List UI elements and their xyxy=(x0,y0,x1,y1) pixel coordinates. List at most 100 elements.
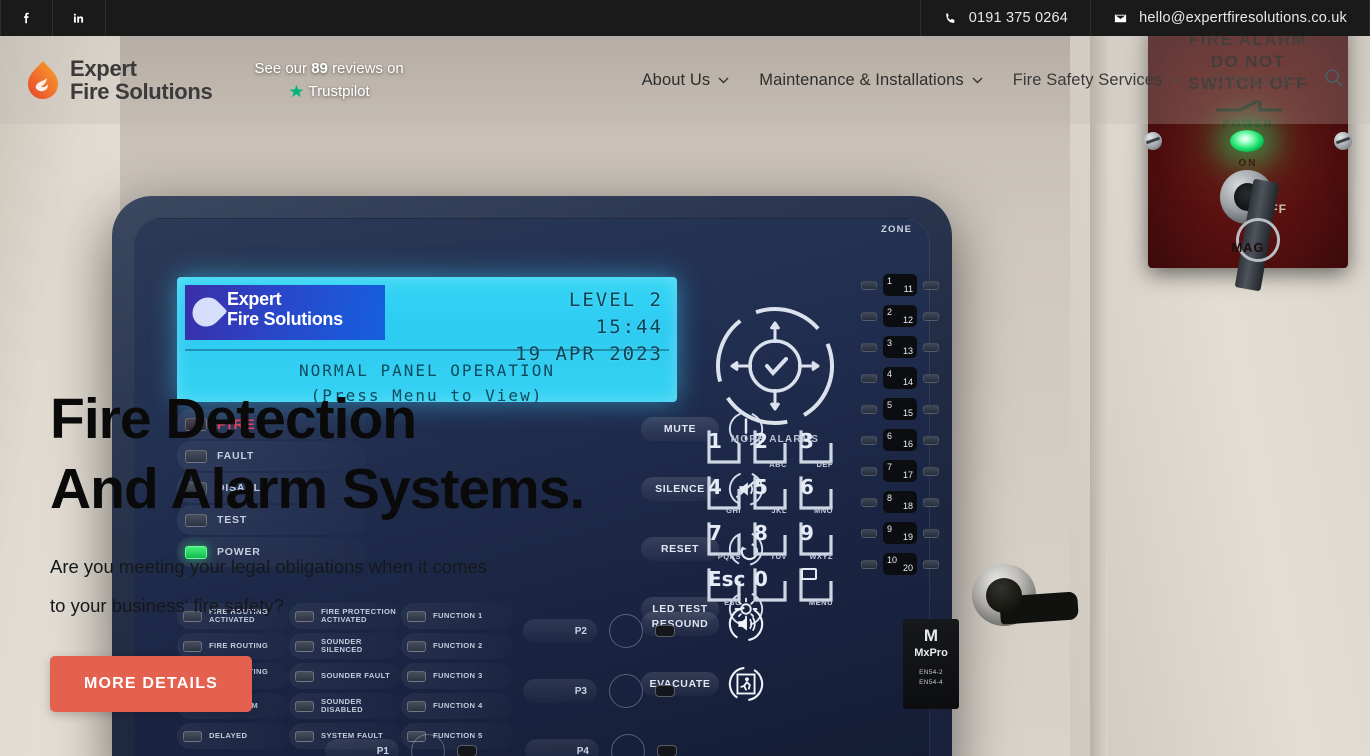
nav-item-maintenance-installations[interactable]: Maintenance & Installations xyxy=(759,71,983,90)
email-link[interactable]: hello@expertfiresolutions.co.uk xyxy=(1090,0,1370,36)
zone-led-left xyxy=(861,466,877,476)
zone-number-b: 18 xyxy=(902,501,913,511)
linkedin-icon[interactable] xyxy=(53,0,106,36)
zone-led-right xyxy=(923,466,939,476)
facebook-icon[interactable] xyxy=(0,0,53,36)
zone-row-4: 4 14 xyxy=(861,367,939,389)
trustpilot-line-1: See our 89 reviews on xyxy=(254,57,403,80)
prog-button-p1[interactable]: P1 xyxy=(325,739,399,756)
keypad-key-6[interactable]: 6 MNO xyxy=(797,475,835,517)
key-number: 0 xyxy=(754,567,768,591)
main-navigation: About Us Maintenance & Installations Fir… xyxy=(642,68,1370,93)
zone-led-right xyxy=(923,280,939,290)
email-address: hello@expertfiresolutions.co.uk xyxy=(1139,10,1347,26)
menu-book-icon xyxy=(801,568,817,580)
site-logo[interactable]: Expert Fire Solutions xyxy=(26,55,213,104)
keypad-key-3[interactable]: 3 DEF xyxy=(797,429,835,471)
logo-line-1: Expert xyxy=(70,55,137,81)
trustpilot-widget[interactable]: See our 89 reviews on Trustpilot xyxy=(254,57,403,104)
key-sublabel: MNO xyxy=(814,506,833,515)
site-header: Expert Fire Solutions See our 89 reviews… xyxy=(0,36,1370,124)
heading-line-2: And Alarm Systems. xyxy=(50,456,585,521)
key-sublabel: DEF xyxy=(816,460,833,469)
key-number: 9 xyxy=(800,521,814,545)
zone-number-a: 6 xyxy=(887,431,893,441)
zone-led-right xyxy=(923,497,939,507)
key-sublabel: JKL xyxy=(771,506,787,515)
nav-item-contact-us[interactable]: Contact Us xyxy=(1211,71,1294,90)
zone-led-right xyxy=(923,311,939,321)
isolator-power-led xyxy=(1230,130,1264,152)
zone-number-a: 7 xyxy=(887,462,893,472)
lcd-status-block: LEVEL 2 15:44 19 APR 2023 xyxy=(515,287,663,368)
prog-dial-p4[interactable] xyxy=(611,734,645,756)
prog-led-p1 xyxy=(457,745,477,756)
keypad-key-2[interactable]: 2 ABC xyxy=(751,429,789,471)
phone-icon xyxy=(945,12,955,23)
zone-led-right xyxy=(923,404,939,414)
isolator-screw-left xyxy=(1144,132,1162,150)
keypad-key-8[interactable]: 8 TUV xyxy=(751,521,789,563)
zone-number-b: 13 xyxy=(902,346,913,356)
zone-row-8: 8 18 xyxy=(861,491,939,513)
zone-led-left xyxy=(861,528,877,538)
zone-number-a: 10 xyxy=(887,555,898,565)
chevron-down-icon xyxy=(1170,77,1181,83)
zone-led-right xyxy=(923,342,939,352)
zone-number-a: 3 xyxy=(887,338,893,348)
chevron-down-icon xyxy=(718,77,729,83)
zone-led-right xyxy=(923,435,939,445)
keypad-key-9[interactable]: 9 WXYZ xyxy=(797,521,835,563)
zone-number-b: 14 xyxy=(902,377,913,387)
more-details-button[interactable]: MORE DETAILS xyxy=(50,655,252,712)
nav-item-about-us[interactable]: About Us xyxy=(642,71,730,90)
trustpilot-brand: Trustpilot xyxy=(308,83,370,100)
sub-line-2: to your business' fire safety? xyxy=(50,594,284,616)
zone-led-left xyxy=(861,404,877,414)
zone-led-right xyxy=(923,373,939,383)
nav-label: Contact Us xyxy=(1211,70,1294,89)
zone-row-2: 2 12 xyxy=(861,305,939,327)
trustpilot-suffix: reviews on xyxy=(332,59,404,77)
zone-number-a: 2 xyxy=(887,307,893,317)
zone-led-left xyxy=(861,435,877,445)
zone-number-block: 10 20 xyxy=(883,553,917,575)
trustpilot-prefix: See our xyxy=(254,59,308,77)
lcd-level: LEVEL 2 xyxy=(568,289,663,311)
zone-led-left xyxy=(861,559,877,569)
prog-dial-p1[interactable] xyxy=(411,734,445,756)
indicator-label: DELAYED xyxy=(209,730,248,740)
cert-line-1: EN54-2 xyxy=(919,669,943,676)
zone-number-block: 1 11 xyxy=(883,274,917,296)
heading-line-1: Fire Detection xyxy=(50,387,417,451)
isolator-brand: MAG xyxy=(1231,240,1265,255)
lcd-time: 15:44 xyxy=(595,315,663,338)
zone-led-right xyxy=(923,559,939,569)
logo-line-2: Fire Solutions xyxy=(70,79,213,104)
zone-row-5: 5 15 xyxy=(861,398,939,420)
lcd-divider xyxy=(185,349,669,351)
chevron-down-icon xyxy=(972,77,983,83)
prog-button-p4[interactable]: P4 xyxy=(525,739,599,756)
sub-line-1: Are you meeting your legal obligations w… xyxy=(50,556,488,578)
cert-line-2: EN54-4 xyxy=(919,678,943,686)
phone-link[interactable]: 0191 375 0264 xyxy=(919,0,1090,36)
key-number: 5 xyxy=(754,475,768,499)
zone-row-1: 1 11 xyxy=(861,274,939,296)
prog-row: P1 P4 xyxy=(325,721,845,756)
nav-item-fire-safety-services[interactable]: Fire Safety Services xyxy=(1013,71,1182,90)
zone-title: ZONE xyxy=(881,224,913,235)
keypad-key-5[interactable]: 5 JKL xyxy=(751,475,789,517)
search-button[interactable] xyxy=(1324,68,1344,93)
wall-edge xyxy=(1090,36,1108,756)
key-sublabel: TUV xyxy=(770,552,787,561)
panel-programmable-buttons-bottom: P1 P4 xyxy=(325,721,845,756)
zone-number-b: 15 xyxy=(902,408,913,418)
zone-number-a: 5 xyxy=(887,400,893,410)
panel-lcd-display: Expert Fire Solutions LEVEL 2 15:44 19 A… xyxy=(177,277,677,402)
zone-number-a: 9 xyxy=(887,524,893,534)
zone-number-b: 19 xyxy=(902,532,913,542)
prog-led-p4 xyxy=(657,745,677,756)
zone-number-a: 1 xyxy=(887,276,893,286)
zone-row-6: 6 16 xyxy=(861,429,939,451)
